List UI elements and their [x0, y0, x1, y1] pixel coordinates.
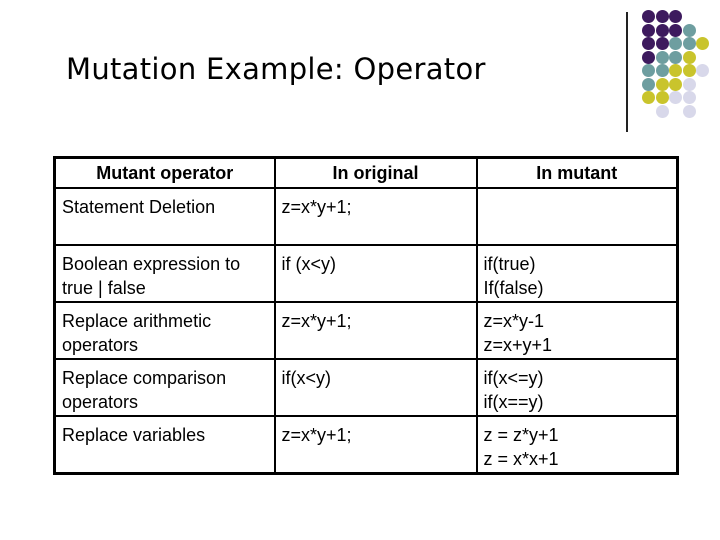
- operator-cell-line: operators: [62, 335, 139, 355]
- operator-cell-line: true | false: [62, 278, 146, 298]
- mutant-cell: z=x*y-1 z=x+y+1: [475, 301, 679, 360]
- decorative-dot: [669, 10, 682, 23]
- table-row: Replace comparison operators if(x<y) if(x<=…: [53, 358, 679, 417]
- decorative-dot: [682, 23, 696, 37]
- original-cell: z=x*y+1;: [273, 187, 478, 246]
- decorative-dot: [642, 77, 655, 91]
- decorative-dot: [655, 37, 669, 50]
- table-row: Replace arithmetic operators z=x*y+1; z=x*y…: [53, 301, 679, 360]
- decorative-dot: [642, 37, 655, 50]
- mutant-cell-line: z=x*y-1: [483, 311, 545, 331]
- original-cell: z=x*y+1;: [273, 415, 478, 474]
- operator-cell: Replace variables: [53, 415, 276, 474]
- table-header-row: Mutant operator In original In mutant: [53, 156, 679, 189]
- original-cell-line: z=x*y+1;: [281, 197, 352, 217]
- original-cell: if (x<y): [273, 244, 478, 303]
- decorative-dot: [642, 50, 655, 64]
- operator-cell-line: Replace variables: [62, 425, 206, 445]
- operator-cell-line: operators: [62, 392, 139, 412]
- mutant-cell-line: if(true): [483, 254, 536, 274]
- mutant-cell-line: z=x+y+1: [483, 335, 553, 355]
- decorative-dot: [669, 50, 682, 64]
- table-row: Boolean expression to true | false if (x<y…: [53, 244, 679, 303]
- operator-cell-line: Replace arithmetic: [62, 311, 212, 331]
- operator-cell: Statement Deletion: [53, 187, 276, 246]
- original-cell: if(x<y): [273, 358, 478, 417]
- operator-cell: Replace arithmetic operators: [53, 301, 276, 360]
- decorative-dot: [682, 91, 696, 104]
- decorative-dot: [669, 64, 682, 77]
- mutant-cell: if(x<=y) if(x==y): [475, 358, 679, 417]
- header-in-original: In original: [273, 156, 478, 189]
- decorative-dot: [696, 37, 709, 50]
- operator-cell-line: Replace comparison: [62, 368, 227, 388]
- mutant-cell-line: If(false): [483, 278, 544, 298]
- decorative-dot: [642, 10, 655, 23]
- operator-cell-line: Statement Deletion: [62, 197, 216, 217]
- decorative-dot: [655, 77, 669, 91]
- decorative-vertical-line: [626, 12, 628, 132]
- original-cell-line: z=x*y+1;: [281, 425, 352, 445]
- original-cell-line: if (x<y): [281, 254, 337, 274]
- decorative-dot: [642, 23, 655, 37]
- original-cell-line: if(x<y): [281, 368, 332, 388]
- decorative-dot: [669, 91, 682, 104]
- decorative-dot: [642, 64, 655, 77]
- decorative-dot: [669, 77, 682, 91]
- decorative-dot: [655, 64, 669, 77]
- mutant-cell-line: z = x*x+1: [483, 449, 559, 469]
- decorative-dot: [682, 37, 696, 50]
- table-row: Statement Deletion z=x*y+1;: [53, 187, 679, 246]
- header-in-mutant: In mutant: [475, 156, 679, 189]
- decorative-dot: [682, 64, 696, 77]
- table-row: Replace variables z=x*y+1; z = z*y+1 z = x*…: [53, 415, 679, 474]
- original-cell-line: z=x*y+1;: [281, 311, 352, 331]
- mutant-cell: [475, 187, 679, 246]
- slide-title: Mutation Example: Operator: [66, 52, 486, 86]
- mutant-cell: z = z*y+1 z = x*x+1: [475, 415, 679, 474]
- decorative-dot: [655, 10, 669, 23]
- decorative-dot: [669, 23, 682, 37]
- decorative-dot: [682, 50, 696, 64]
- decorative-dot: [655, 91, 669, 104]
- decorative-dot: [696, 64, 709, 77]
- operator-cell: Boolean expression to true | false: [53, 244, 276, 303]
- original-cell: z=x*y+1;: [273, 301, 478, 360]
- decorative-dot: [642, 91, 655, 104]
- decorative-dot: [655, 23, 669, 37]
- decorative-dot: [682, 77, 696, 91]
- operator-cell: Replace comparison operators: [53, 358, 276, 417]
- decorative-dot: [682, 104, 696, 118]
- header-mutant-operator: Mutant operator: [53, 156, 276, 189]
- operator-cell-line: Boolean expression to: [62, 254, 241, 274]
- mutant-cell-line: if(x<=y): [483, 368, 544, 388]
- mutant-cell-line: if(x==y): [483, 392, 544, 412]
- decorative-dot: [655, 104, 669, 118]
- mutant-cell: if(true) If(false): [475, 244, 679, 303]
- decorative-dot: [669, 37, 682, 50]
- mutant-cell-line: z = z*y+1: [483, 425, 559, 445]
- mutation-table: Mutant operator In original In mutant St…: [53, 156, 679, 475]
- decorative-dot: [655, 50, 669, 64]
